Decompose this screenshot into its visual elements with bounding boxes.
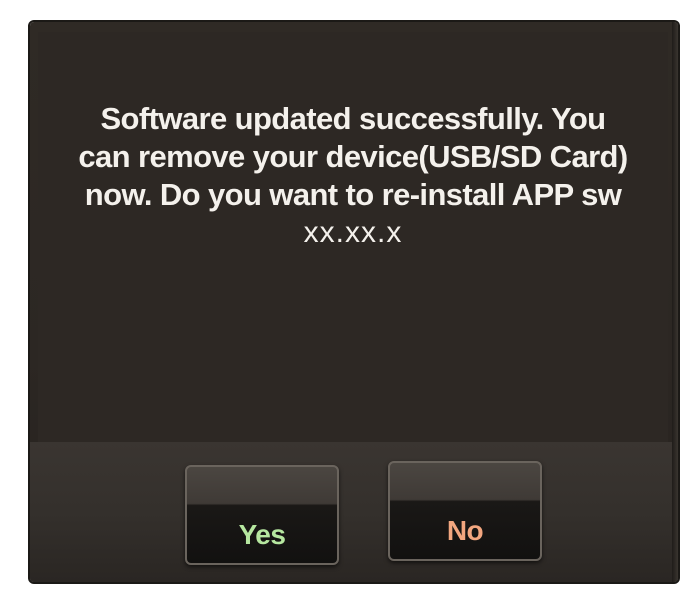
yes-button-label: Yes [238, 519, 286, 550]
yes-button[interactable]: Yes [185, 465, 339, 565]
photo-frame: Software updated successfully. You can r… [0, 0, 685, 591]
version-number: xx.xx.x [303, 216, 403, 249]
message-line-1: Software updated successfully. You [100, 101, 606, 136]
message-line-2: can remove your device(USB/SD Card) [78, 139, 628, 174]
screen-bezel [672, 22, 678, 582]
display-screen: Software updated successfully. You can r… [30, 22, 678, 582]
dialog-message: Software updated successfully. You can r… [38, 100, 668, 252]
no-button[interactable]: No [388, 461, 542, 561]
no-button-label: No [446, 515, 484, 546]
message-line-3: now. Do you want to re-install APP sw [84, 177, 622, 212]
update-dialog: Software updated successfully. You can r… [38, 32, 668, 452]
button-bar: Yes No [30, 442, 678, 582]
